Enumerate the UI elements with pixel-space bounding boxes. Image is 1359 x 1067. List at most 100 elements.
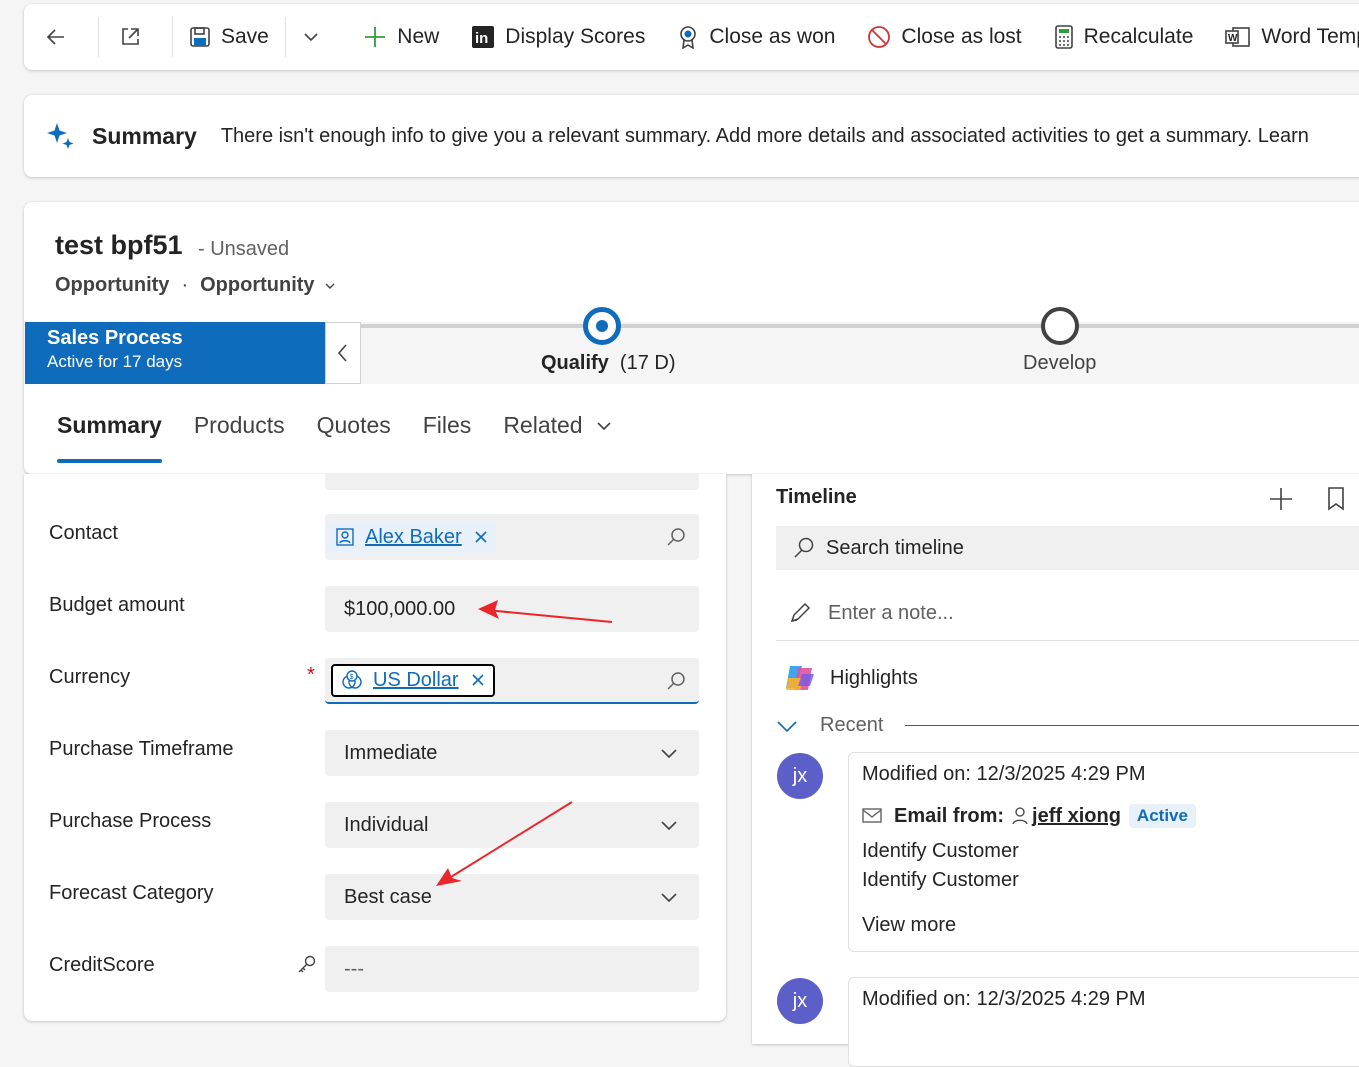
tab-quotes[interactable]: Quotes [317,412,391,439]
remove-x-icon[interactable] [474,530,488,544]
stage-develop-node[interactable] [1041,307,1079,345]
search-icon[interactable] [665,526,687,548]
email-icon [862,808,882,823]
timeframe-label: Purchase Timeframe [49,738,234,760]
timeline-title: Timeline [776,486,857,508]
entry-line: Identify Customer [862,869,1019,891]
linkedin-icon: in [472,26,495,48]
record-subtitle: Opportunity · Opportunity [55,274,337,297]
summary-text: There isn't enough info to give you a re… [220,124,1309,147]
recalculate-button[interactable]: Recalculate [1038,4,1210,70]
save-options-dropdown[interactable] [285,4,347,70]
form-tabs: Summary Products Quotes Files Related [57,412,645,463]
bookmark-icon[interactable] [1326,486,1346,512]
avatar[interactable]: jx [777,753,823,799]
word-templates-label: Word Temp [1261,25,1359,48]
contact-value[interactable]: Alex Baker [365,526,462,549]
timeline-search-input[interactable]: Search timeline [776,526,1359,570]
back-arrow-icon [46,29,64,45]
contact-chip[interactable]: Alex Baker [327,521,496,553]
sender-link[interactable]: jeff xiong [1032,805,1121,828]
process-label: Purchase Process [49,810,212,832]
search-icon [794,537,814,558]
process-name-box[interactable]: Sales Process Active for 17 days [25,322,325,384]
tab-summary[interactable]: Summary [57,412,162,463]
recent-group-header[interactable]: Recent [776,714,1359,737]
record-header: test bpf51 - Unsaved Opportunity · Oppor… [24,202,1359,474]
bpf-previous-button[interactable] [325,322,361,384]
word-document-icon: W [1225,27,1251,47]
tab-products[interactable]: Products [194,412,285,439]
person-icon [1012,807,1028,825]
close-as-won-button[interactable]: Close as won [661,4,851,70]
stage-qualify-label[interactable]: Qualify (17 D) [541,352,676,375]
tab-related-label: Related [503,412,583,438]
email-from-row: Email from: jeff xiong Active [862,804,1354,828]
new-label: New [397,25,440,48]
currency-chip[interactable]: $ US Dollar [331,663,495,697]
word-templates-button[interactable]: W Word Temp [1209,4,1359,70]
chevron-down-icon[interactable] [323,279,337,293]
ribbon-award-icon [680,26,697,49]
svg-text:W: W [1228,33,1238,44]
save-button[interactable]: Save [173,4,285,70]
unsaved-indicator: - Unsaved [198,238,290,260]
stage-qualify-node[interactable] [583,307,621,345]
modified-date: Modified on: 12/3/2025 4:29 PM [862,763,1146,785]
view-more-link[interactable]: View more [862,914,1354,937]
chevron-down-icon [661,749,677,759]
chevron-down-icon [597,421,611,430]
forecast-label: Forecast Category [49,882,214,904]
contact-lookup[interactable]: Alex Baker [325,514,699,560]
required-indicator: * [307,664,315,686]
form-selector[interactable]: Opportunity [200,274,314,297]
open-in-new-window-button[interactable] [98,4,172,70]
timeframe-select[interactable]: Immediate [325,730,699,776]
copilot-logo-icon [786,666,814,690]
timeline-search-placeholder: Search timeline [826,536,964,559]
recent-label: Recent [820,714,884,736]
creditscore-input: --- [325,946,699,992]
note-input[interactable]: Enter a note... [776,586,1359,641]
stage-qualify-name: Qualify [541,352,609,374]
add-icon[interactable] [1268,486,1294,512]
currency-value[interactable]: US Dollar [373,669,459,692]
timeline-entry[interactable]: Modified on: 12/3/2025 4:29 PM Email fro… [848,752,1359,952]
highlights-label: Highlights [830,666,918,689]
email-from-label: Email from: [894,804,1005,827]
currency-label: Currency [49,666,131,688]
recalculate-label: Recalculate [1083,25,1194,48]
close-as-lost-button[interactable]: Close as lost [851,4,1037,70]
tab-related[interactable]: Related [503,412,612,439]
display-scores-button[interactable]: in Display Scores [455,4,661,70]
stage-develop-label[interactable]: Develop [1023,352,1096,375]
chevron-down-icon [661,893,677,903]
save-label: Save [220,25,269,48]
search-icon[interactable] [665,670,687,692]
budget-input[interactable]: $100,000.00 [325,586,699,632]
creditscore-label: CreditScore [49,954,155,976]
budget-label: Budget amount [49,594,185,616]
chevron-left-icon [337,344,347,362]
contact-card-icon [336,528,354,546]
back-button[interactable] [24,4,98,70]
svg-text:in: in [475,30,488,47]
calculator-icon [1054,25,1073,49]
process-select[interactable]: Individual [325,802,699,848]
pencil-icon [790,602,811,623]
timeline-entry[interactable]: Modified on: 12/3/2025 4:29 PM [848,977,1359,1067]
svg-text:$: $ [350,674,354,681]
avatar[interactable]: jx [777,978,823,1024]
open-new-window-icon [122,28,140,45]
entry-line: Identify Customer [862,840,1019,862]
highlights-row[interactable]: Highlights [782,660,918,696]
currency-lookup[interactable]: $ US Dollar [325,658,699,704]
forecast-select[interactable]: Best case [325,874,699,920]
new-button[interactable]: New [347,4,455,70]
tab-files[interactable]: Files [423,412,472,439]
remove-x-icon[interactable] [471,673,485,687]
status-badge: Active [1128,804,1196,828]
note-placeholder: Enter a note... [828,601,954,624]
copilot-summary-banner: Summary There isn't enough info to give … [24,95,1359,177]
prohibited-icon [868,26,891,48]
